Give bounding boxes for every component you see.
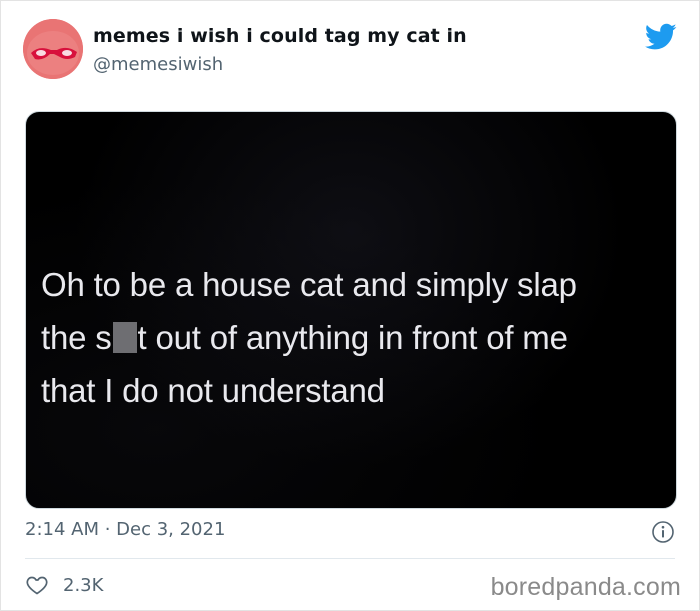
user-handle[interactable]: @memesiwish [93,54,223,75]
avatar[interactable] [23,19,83,79]
display-name[interactable]: memes i wish i could tag my cat in [93,25,467,47]
tweet-image[interactable]: Oh to be a house cat and simply slap the… [25,111,677,509]
like-count: 2.3K [63,574,104,596]
tweet-timestamp[interactable]: 2:14 AM · Dec 3, 2021 [25,519,225,540]
image-caption: Oh to be a house cat and simply slap the… [41,258,656,417]
like-button[interactable]: 2.3K [25,572,103,598]
caption-line-2: the s t out of anything in front of me [41,311,656,364]
caption-line-2-start: the s [41,319,112,356]
divider [25,558,675,559]
watermark: boredpanda.com [490,573,681,601]
censor-block [112,322,137,353]
twitter-bird-icon[interactable] [645,23,677,51]
tweet-card: memes i wish i could tag my cat in @meme… [0,0,700,611]
info-icon[interactable] [651,520,675,544]
avatar-image [23,19,83,79]
heart-icon [26,576,48,595]
caption-line-3: that I do not understand [41,372,385,409]
tweet-header: memes i wish i could tag my cat in @meme… [23,19,677,81]
caption-line-1: Oh to be a house cat and simply slap [41,266,577,303]
caption-line-2-end: t out of anything in front of me [137,319,568,356]
